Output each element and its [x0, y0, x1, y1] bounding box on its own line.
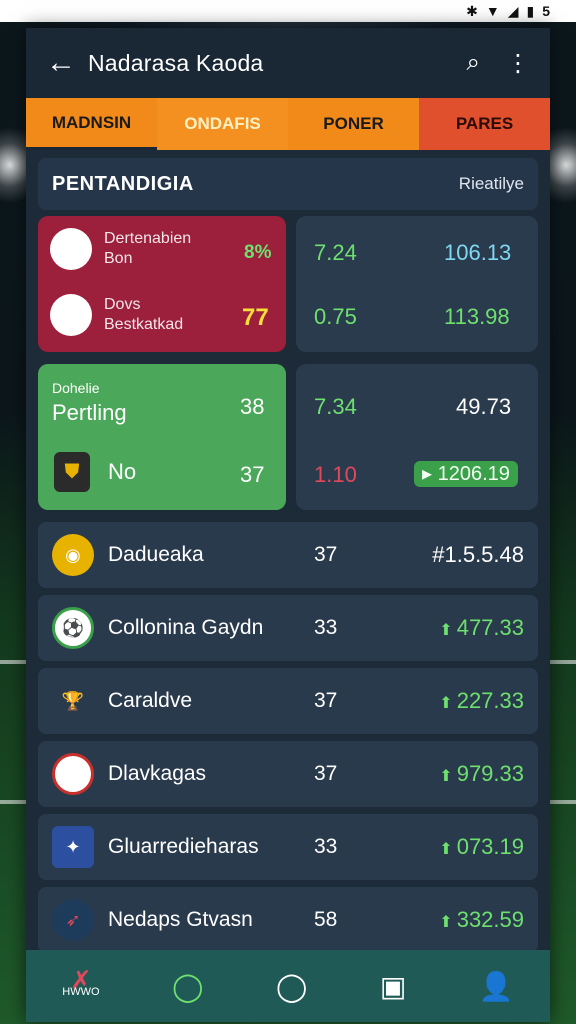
tab-pares[interactable]: PARES [419, 98, 550, 150]
brand-logo-icon: ✗ [70, 965, 92, 995]
club-played: 58 [314, 908, 338, 931]
trophy-icon: 🏆 [52, 680, 94, 722]
status-text: 5 [542, 3, 550, 19]
battery-icon: ▮ [526, 2, 535, 19]
list-item[interactable]: ➶ Nedaps Gtvasn 58 ⬆ 332.59 [38, 887, 538, 953]
club-value: ⬆ 979.33 [439, 761, 524, 786]
club-crest-icon: ✦ [52, 826, 94, 868]
shield-crest-icon: ⛊ [54, 452, 90, 492]
app-title: Nadarasa Kaoda [88, 49, 264, 76]
section-heading: PENTANDIGIA [52, 172, 194, 195]
club-name: Nedaps Gtvasn [108, 908, 253, 931]
odds-card-top[interactable]: 7.24 106.13 0.75 113.98 [296, 216, 538, 352]
search-icon[interactable]: ⌕ [467, 49, 480, 77]
green-card-value1: 38 [240, 394, 265, 419]
nav-home[interactable]: ✗ HWWO [62, 965, 100, 998]
standings-list: ◉ Dadueaka 37 #1.5.5.48 ⚽ Collonina Gayd… [38, 522, 538, 960]
odds-value-badge: ▸ 1206.19 [414, 461, 518, 487]
bluetooth-icon: ✱ [466, 2, 478, 19]
tab-poner[interactable]: PONER [288, 98, 419, 150]
club-value: ⬆ 073.19 [439, 834, 524, 859]
odds-value-d: 113.98 [444, 304, 510, 329]
stats-icon[interactable]: ▣ [380, 970, 406, 1003]
signal-icon: ◢ [507, 2, 519, 19]
list-item[interactable]: ⚽ Collonina Gaydn 33 ⬆ 477.33 [38, 595, 538, 661]
club-played: 37 [314, 543, 338, 566]
club-name: Caraldve [108, 689, 193, 712]
back-arrow-icon[interactable]: ← [46, 46, 88, 80]
odds-value-f: 49.73 [456, 394, 512, 419]
tab-bar: MADNSIN ONDAFIS PONER PARES [26, 98, 550, 150]
list-item[interactable]: 🏆 Caraldve 37 ⬆ 227.33 [38, 668, 538, 734]
list-item[interactable]: ✦ Gluarredieharas 33 ⬆ 073.19 [38, 814, 538, 880]
team1-crest-icon: ⚜ [50, 228, 92, 270]
match-grid: ⚜ Dertenabien Bon 8% ⛨ Dovs Bestkatkad 7… [26, 216, 550, 526]
club-value: ⬆ 227.33 [439, 688, 524, 713]
team1-name: Dertenabien Bon [104, 230, 192, 267]
club-played: 33 [314, 835, 338, 858]
club-value: #1.5.5.48 [432, 542, 524, 567]
circle-icon[interactable]: ◯ [276, 970, 307, 1003]
chat-icon[interactable]: ◯ [172, 970, 203, 1003]
club-name: Dadueaka [108, 543, 204, 566]
team-card-red[interactable]: ⚜ Dertenabien Bon 8% ⛨ Dovs Bestkatkad 7… [38, 216, 286, 352]
club-played: 33 [314, 616, 338, 639]
green-card-team: No [108, 459, 137, 484]
list-item[interactable]: ⛨ Dlavkagas 37 ⬆ 979.33 [38, 741, 538, 807]
odds-card-bottom[interactable]: 7.34 49.73 1.10 ▸ 1206.19 [296, 364, 538, 510]
club-name: Dlavkagas [108, 762, 207, 785]
club-played: 37 [314, 689, 338, 712]
team2-score: 77 [242, 304, 269, 331]
list-item[interactable]: ◉ Dadueaka 37 #1.5.5.48 [38, 522, 538, 588]
brand-label: HWWO [62, 986, 100, 998]
profile-icon[interactable]: 👤 [479, 970, 514, 1003]
up-arrow-icon: ⬆ [439, 768, 453, 785]
club-value: ⬆ 332.59 [439, 907, 524, 932]
up-arrow-icon: ⬆ [439, 622, 453, 639]
team-card-green[interactable]: Dohelie Pertling 38 ⛊ No 37 [38, 364, 286, 510]
club-crest-icon: ⚽ [52, 607, 94, 649]
green-card-title: Pertling [52, 400, 127, 425]
app-panel: ← Nadarasa Kaoda ⌕ ⋮ MADNSIN ONDAFIS PON… [26, 28, 550, 1022]
up-arrow-icon: ⬆ [439, 914, 453, 931]
more-vert-icon[interactable]: ⋮ [506, 49, 530, 78]
club-value: ⬆ 477.33 [439, 615, 524, 640]
tab-madnsin[interactable]: MADNSIN [26, 98, 157, 150]
up-arrow-icon: ⬆ [439, 841, 453, 858]
odds-value-g: 1.10 [314, 462, 357, 487]
odds-value-a: 7.24 [314, 240, 357, 265]
team2-crest-icon: ⛨ [50, 294, 92, 336]
club-name: Collonina Gaydn [108, 616, 264, 639]
up-arrow-icon: ⬆ [439, 695, 453, 712]
team1-percent: 8% [244, 242, 272, 263]
green-card-value2: 37 [240, 462, 265, 487]
tab-ondafis[interactable]: ONDAFIS [157, 98, 288, 150]
app-bar: ← Nadarasa Kaoda ⌕ ⋮ [26, 28, 550, 98]
section-right-link[interactable]: Rieatilye [459, 174, 524, 194]
odds-value-b: 106.13 [444, 240, 512, 265]
section-header: PENTANDIGIA Rieatilye [38, 158, 538, 210]
club-crest-icon: ⛨ [52, 753, 94, 795]
green-card-caption: Dohelie [52, 380, 100, 396]
odds-value-e: 7.34 [314, 394, 357, 419]
wifi-icon: ▼ [485, 3, 500, 19]
odds-value-c: 0.75 [314, 304, 357, 329]
status-bar: ✱ ▼ ◢ ▮ 5 [0, 0, 576, 22]
club-played: 37 [314, 762, 338, 785]
club-name: Gluarredieharas [108, 835, 259, 858]
bottom-nav: ✗ HWWO ◯ ◯ ▣ 👤 [26, 950, 550, 1022]
club-crest-icon: ➶ [52, 899, 94, 941]
team2-name: Dovs Bestkatkad [104, 296, 184, 333]
club-crest-icon: ◉ [52, 534, 94, 576]
